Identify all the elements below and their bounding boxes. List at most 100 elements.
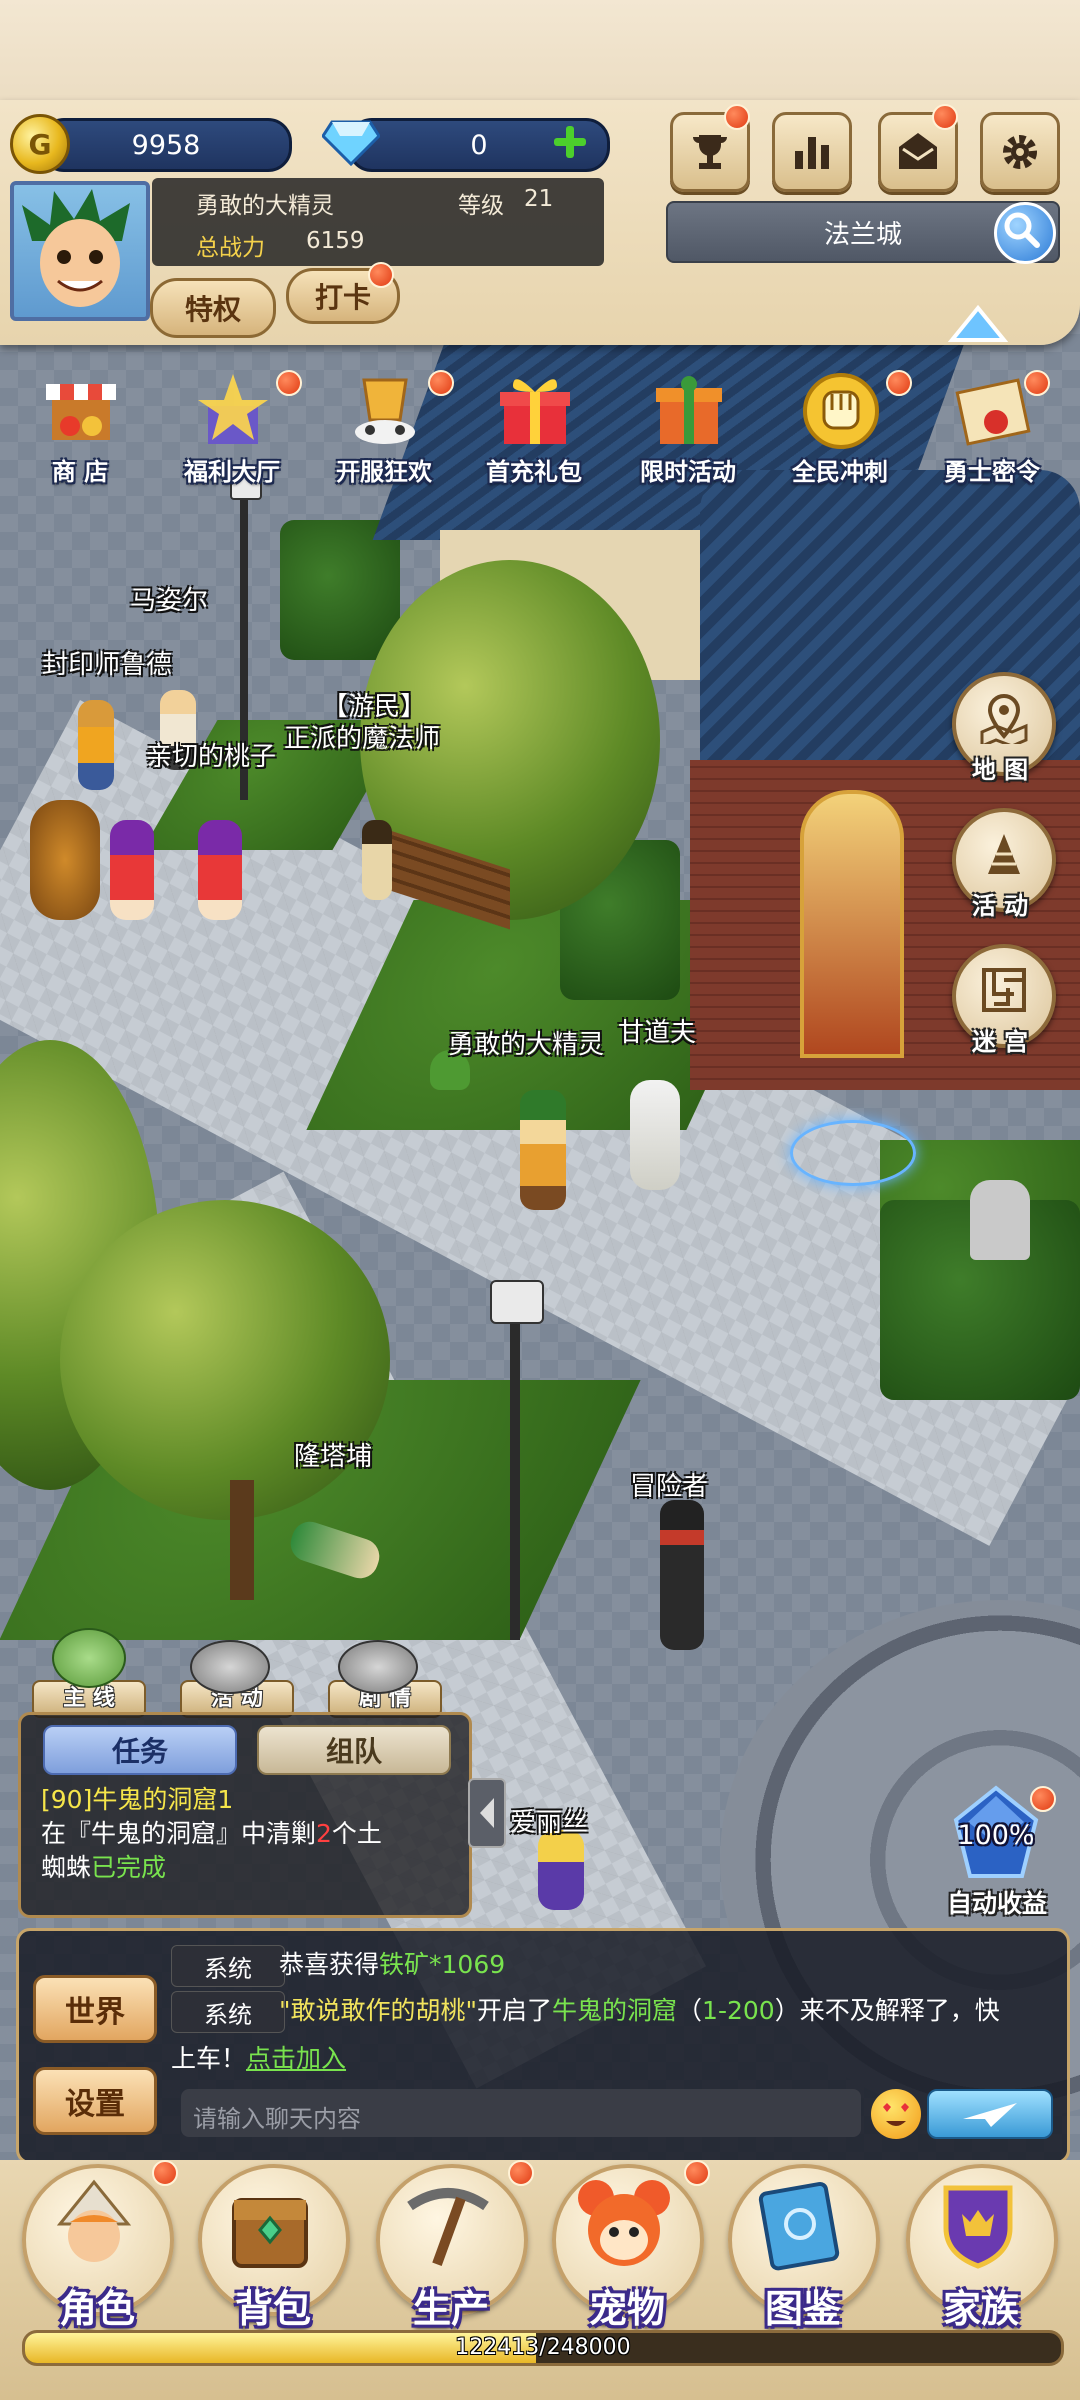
privilege-button[interactable]: 特权 xyxy=(150,278,276,338)
player-name-label[interactable]: 勇敢的大精灵 xyxy=(448,1024,604,1061)
chat-text: ） xyxy=(774,1996,800,2025)
npc-sprite[interactable] xyxy=(660,1500,704,1650)
notification-dot xyxy=(1030,1786,1056,1812)
nav-backpack[interactable]: 背包 xyxy=(198,2164,350,2331)
notification-dot xyxy=(368,262,394,288)
npc-label[interactable]: 亲切的桃子 xyxy=(146,736,276,773)
notification-dot xyxy=(428,370,454,396)
system-tag: 系统 xyxy=(171,1945,285,1987)
quest-entry[interactable]: [90]牛鬼的洞窟1 在『牛鬼的洞窟』中清剿2个土 蜘蛛已完成 xyxy=(41,1783,461,1885)
world-channel-button[interactable]: 世界 xyxy=(33,1975,157,2043)
quest-title: [90]牛鬼的洞窟1 xyxy=(41,1785,234,1814)
player-character[interactable] xyxy=(520,1090,566,1210)
chat-input[interactable]: 请输入聊天内容 xyxy=(181,2089,861,2137)
lamppost xyxy=(510,1300,520,1640)
send-button[interactable] xyxy=(927,2089,1053,2139)
nav-label: 背包 xyxy=(234,2287,311,2331)
npc-sprite[interactable] xyxy=(362,820,392,900)
notification-dot xyxy=(152,2160,178,2186)
npc-label[interactable]: 爱丽丝 xyxy=(510,1802,588,1839)
chat-message: 恭喜获得铁矿*1069 xyxy=(279,1941,505,1989)
npc-label[interactable]: 甘道夫 xyxy=(618,1012,696,1049)
tree-trunk xyxy=(230,1480,254,1600)
chevron-up-icon xyxy=(947,304,1009,342)
activity-icon xyxy=(988,834,1020,874)
heart-eyes-emoji-icon xyxy=(883,2103,909,2126)
add-diamond-button[interactable] xyxy=(552,124,588,160)
nav-family[interactable]: 家族 xyxy=(906,2164,1058,2331)
quest-panel-collapse-button[interactable] xyxy=(468,1778,506,1848)
maze-icon xyxy=(982,968,1026,1012)
npc-sprite[interactable] xyxy=(198,820,242,920)
experience-text: 122413/248000 xyxy=(455,2335,631,2360)
notification-dot xyxy=(508,2160,534,2186)
nav-pet[interactable]: 宠物 xyxy=(552,2164,704,2331)
carnival-icon xyxy=(355,378,415,444)
emoji-button[interactable] xyxy=(871,2089,921,2139)
hedge xyxy=(280,520,400,660)
chat-message-cont: 上车！点击加入 xyxy=(171,2035,346,2083)
nav-character[interactable]: 角色 xyxy=(22,2164,174,2331)
tab-team[interactable]: 组队 xyxy=(257,1725,451,1775)
maze-label: 迷 宫 xyxy=(971,1028,1029,1056)
activity-mouse-icon xyxy=(190,1640,270,1694)
stats-button[interactable] xyxy=(772,112,852,192)
notification-dot xyxy=(684,2160,710,2186)
chat-text: 来不及解释了，快 xyxy=(799,1996,1000,2025)
chat-text: 上车！ xyxy=(171,2044,247,2073)
notification-dot xyxy=(932,104,958,130)
event-label: 商 店 xyxy=(51,458,109,486)
chat-text: （ xyxy=(677,1996,703,2025)
tree-monster-sprite[interactable] xyxy=(30,800,100,920)
notification-dot xyxy=(276,370,302,396)
event-label: 首充礼包 xyxy=(486,458,582,486)
nav-label: 家族 xyxy=(942,2287,1019,2331)
event-shop[interactable]: 商 店 xyxy=(12,370,148,490)
quest-desc-line2: 蜘蛛 xyxy=(41,1853,92,1882)
collapse-arrow-button[interactable] xyxy=(947,302,1009,346)
trophy-icon xyxy=(693,135,727,169)
npc-sprite[interactable] xyxy=(538,1830,584,1910)
gift-icon xyxy=(500,379,570,444)
welfare-icon xyxy=(198,374,268,444)
nav-label: 图鉴 xyxy=(764,2287,841,2331)
nav-production[interactable]: 生产 xyxy=(376,2164,528,2331)
join-link[interactable]: 点击加入 xyxy=(246,2044,346,2073)
nav-codex[interactable]: 图鉴 xyxy=(728,2164,880,2331)
avatar[interactable] xyxy=(10,181,150,321)
experience-bar: 122413/248000 xyxy=(22,2330,1064,2366)
chat-settings-button[interactable]: 设置 xyxy=(33,2067,157,2135)
npc-label[interactable]: 封印师鲁德 xyxy=(42,644,172,681)
notification-dot xyxy=(886,370,912,396)
npc-sprite[interactable] xyxy=(110,820,154,920)
npc-sprite[interactable] xyxy=(78,700,114,790)
shop-door[interactable] xyxy=(800,790,904,1058)
fist-icon xyxy=(803,373,879,449)
settings-button[interactable] xyxy=(980,112,1060,192)
tab-tasks[interactable]: 任务 xyxy=(43,1725,237,1775)
player-name: 勇敢的大精灵 xyxy=(196,193,334,219)
character-icon xyxy=(56,2179,132,2262)
lamp xyxy=(490,1280,544,1324)
auto-income-percent: 100% xyxy=(957,1820,1035,1851)
chat-text: 开启了 xyxy=(477,1996,553,2025)
event-first-recharge[interactable]: 首充礼包 xyxy=(466,370,602,490)
npc-label[interactable]: 马姿尔 xyxy=(130,580,208,617)
chat-message: "敢说敢作的胡桃"开启了牛鬼的洞窟（1-200）来不及解释了，快 xyxy=(279,1987,1059,2035)
nav-label: 宠物 xyxy=(588,2287,665,2331)
teleport-circle[interactable] xyxy=(790,1120,916,1186)
paper-plane-icon xyxy=(963,2103,1017,2127)
pickaxe-icon xyxy=(407,2188,489,2266)
chat-input-placeholder: 请输入聊天内容 xyxy=(193,2105,361,2133)
event-label: 开服狂欢 xyxy=(336,458,432,486)
npc-sprite[interactable] xyxy=(630,1080,680,1190)
chat-player-name[interactable]: "敢说敢作的胡桃" xyxy=(279,1996,477,2025)
npc-label[interactable]: 隆塔埔 xyxy=(294,1436,372,1473)
event-label: 勇士密令 xyxy=(944,458,1040,486)
npc-label[interactable]: 正派的魔法师 xyxy=(284,718,440,755)
event-label: 福利大厅 xyxy=(184,458,280,486)
avatar-portrait-icon xyxy=(22,189,130,307)
npc-label[interactable]: 冒险者 xyxy=(630,1466,708,1503)
search-button[interactable] xyxy=(994,202,1056,264)
event-limited[interactable]: 限时活动 xyxy=(620,370,756,490)
